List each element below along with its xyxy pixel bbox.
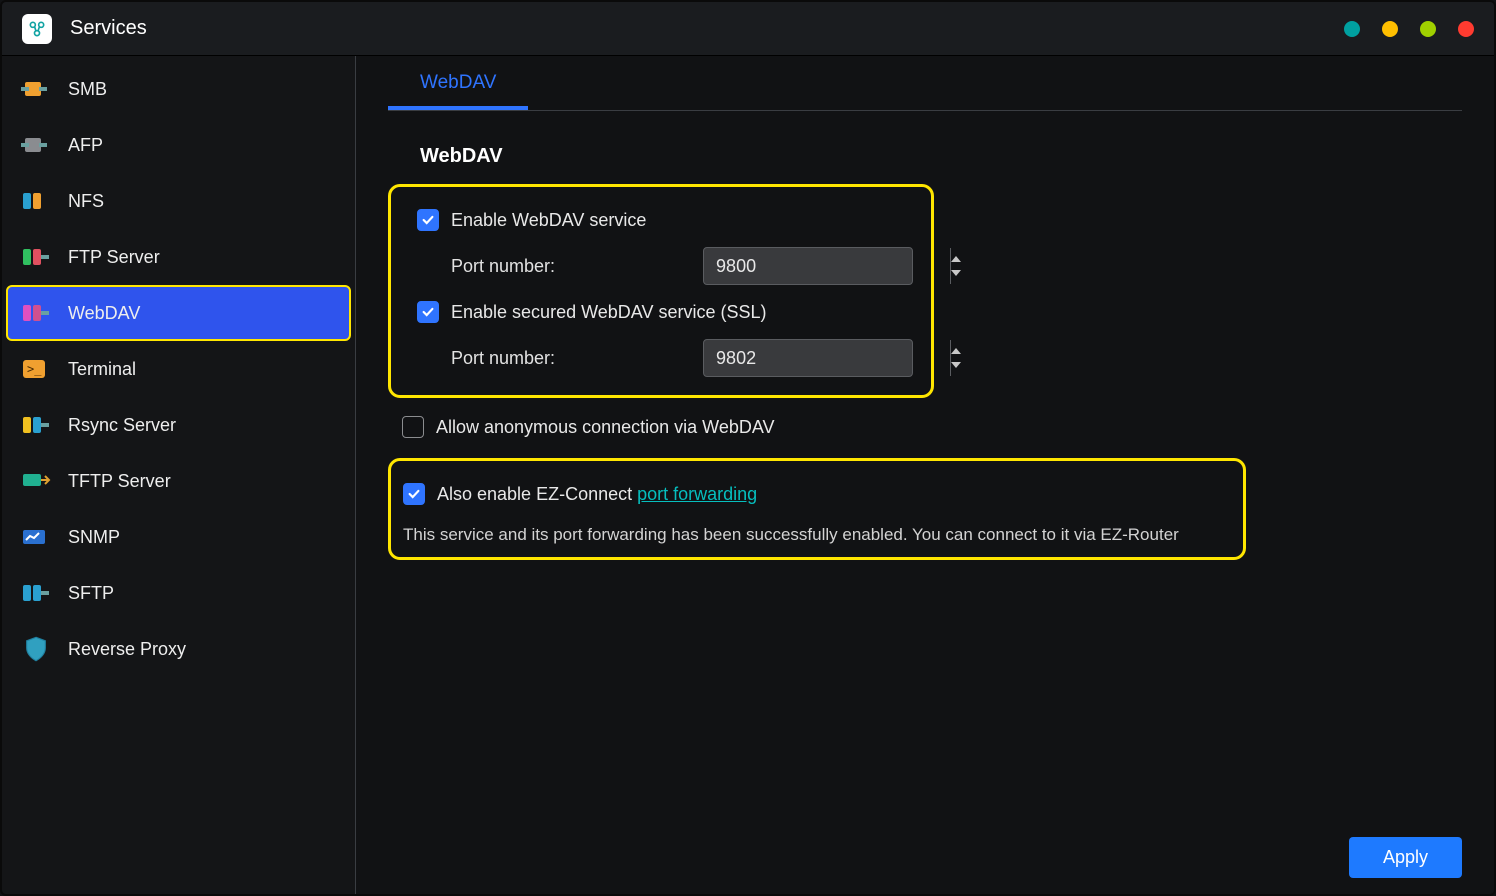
sidebar-item-ftp[interactable]: FTP Server [6,229,351,285]
label-port-webdav: Port number: [451,256,555,277]
sidebar-item-afp[interactable]: AFP [6,117,351,173]
webdav-group: WebDAV Enable WebDAV service Port number… [388,145,1462,560]
terminal-icon: >_ [20,355,52,383]
sidebar-item-snmp[interactable]: SNMP [6,509,351,565]
sidebar-item-label: SFTP [68,583,114,604]
stepper-down-icon[interactable] [951,270,961,276]
sidebar-item-label: TFTP Server [68,471,171,492]
highlight-box-services: Enable WebDAV service Port number: [388,184,934,398]
body: SMB AFP NFS FTP Server [2,56,1494,894]
sidebar-item-smb[interactable]: SMB [6,61,351,117]
row-port-webdav: Port number: [417,243,905,289]
checkbox-enable-webdav[interactable] [417,209,439,231]
sidebar-item-nfs[interactable]: NFS [6,173,351,229]
titlebar: Services [2,2,1494,56]
highlight-box-ezconnect: Also enable EZ-Connect port forwarding T… [388,458,1246,560]
webdav-icon [20,299,52,327]
ez-connect-note: This service and its port forwarding has… [403,525,1231,545]
sidebar-item-webdav[interactable]: WebDAV [6,285,351,341]
main-panel: WebDAV WebDAV Enable WebDAV service Port [356,56,1494,894]
maximize-dot[interactable] [1382,21,1398,37]
sidebar-item-tftp[interactable]: TFTP Server [6,453,351,509]
sidebar-item-reverse-proxy[interactable]: Reverse Proxy [6,621,351,677]
app-icon [22,14,52,44]
sidebar-item-rsync[interactable]: Rsync Server [6,397,351,453]
label-enable-ssl: Enable secured WebDAV service (SSL) [451,302,766,323]
window-controls [1344,21,1474,37]
sidebar-item-terminal[interactable]: >_ Terminal [6,341,351,397]
content: WebDAV Enable WebDAV service Port number… [388,111,1462,817]
shield-icon [20,635,52,663]
svg-text:>_: >_ [27,362,42,376]
row-ez-connect: Also enable EZ-Connect port forwarding [403,471,1231,517]
label-ez-connect-prefix: Also enable EZ-Connect [437,484,637,504]
label-port-ssl: Port number: [451,348,555,369]
tab-bar: WebDAV [388,56,1462,111]
port-ssl-input[interactable] [704,340,950,376]
port-ssl-spinner [703,339,913,377]
afp-icon [20,131,52,159]
app-title: Services [70,17,147,40]
smb-icon [20,75,52,103]
sidebar: SMB AFP NFS FTP Server [2,56,356,894]
link-port-forwarding[interactable]: port forwarding [637,484,757,504]
sftp-icon [20,579,52,607]
footer: Apply [388,817,1462,878]
sidebar-item-label: Rsync Server [68,415,176,436]
row-enable-webdav: Enable WebDAV service [417,197,905,243]
sidebar-item-label: NFS [68,191,104,212]
port-ssl-stepper [950,340,961,376]
row-allow-anon: Allow anonymous connection via WebDAV [402,404,1462,450]
label-ez-connect: Also enable EZ-Connect port forwarding [437,484,757,505]
apply-button[interactable]: Apply [1349,837,1462,878]
checkbox-enable-ssl[interactable] [417,301,439,323]
close-dot[interactable] [1458,21,1474,37]
tftp-icon [20,467,52,495]
nfs-icon [20,187,52,215]
row-port-ssl: Port number: [417,335,905,381]
sidebar-item-label: SNMP [68,527,120,548]
window-root: Services SMB AFP [0,0,1496,896]
restore-dot[interactable] [1420,21,1436,37]
sidebar-item-sftp[interactable]: SFTP [6,565,351,621]
port-webdav-stepper [950,248,961,284]
sidebar-item-label: WebDAV [68,303,140,324]
port-webdav-input[interactable] [704,248,950,284]
row-enable-ssl: Enable secured WebDAV service (SSL) [417,289,905,335]
stepper-down-icon[interactable] [951,362,961,368]
tab-webdav[interactable]: WebDAV [388,56,528,110]
sidebar-item-label: Terminal [68,359,136,380]
stepper-up-icon[interactable] [951,256,961,262]
sidebar-item-label: Reverse Proxy [68,639,186,660]
sidebar-item-label: AFP [68,135,103,156]
ftp-icon [20,243,52,271]
sidebar-item-label: SMB [68,79,107,100]
snmp-icon [20,523,52,551]
rsync-icon [20,411,52,439]
label-enable-webdav: Enable WebDAV service [451,210,646,231]
label-allow-anon: Allow anonymous connection via WebDAV [436,417,775,438]
stepper-up-icon[interactable] [951,348,961,354]
minimize-dot[interactable] [1344,21,1360,37]
port-webdav-spinner [703,247,913,285]
checkbox-allow-anon[interactable] [402,416,424,438]
group-title: WebDAV [420,145,503,168]
checkbox-ez-connect[interactable] [403,483,425,505]
sidebar-item-label: FTP Server [68,247,160,268]
